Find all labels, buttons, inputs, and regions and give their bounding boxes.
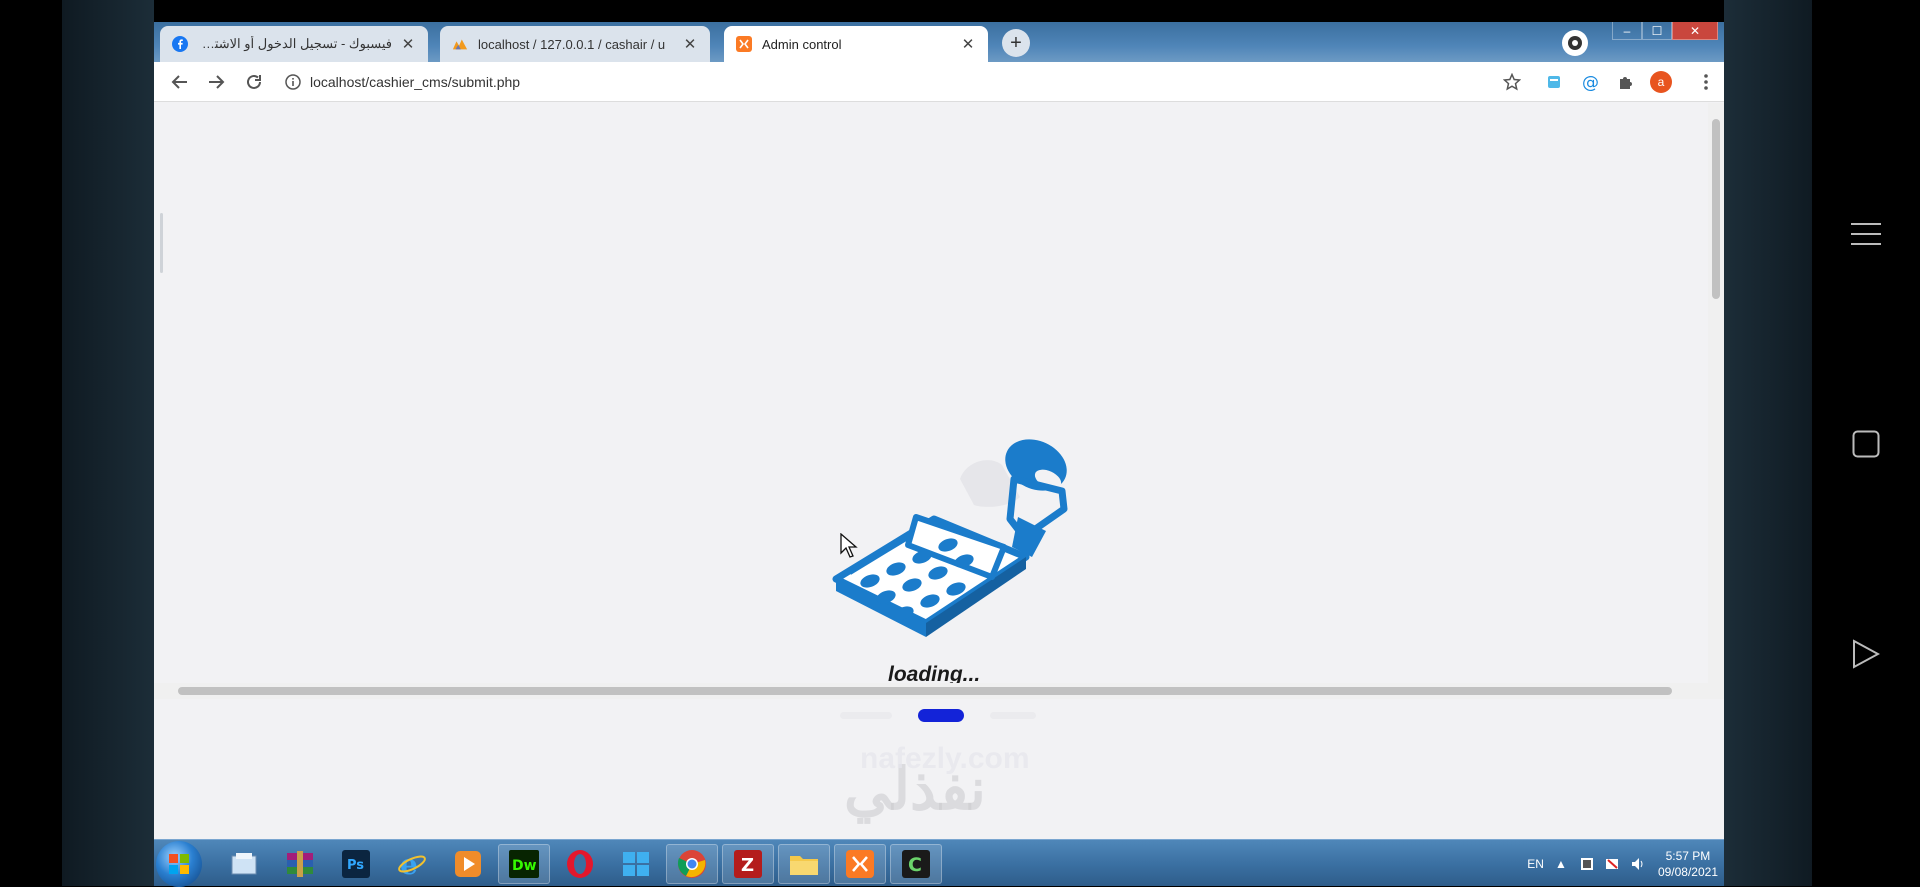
close-icon[interactable]: ✕ [960,36,976,53]
avatar[interactable]: a [1650,71,1672,93]
volume-icon[interactable] [1630,855,1648,873]
home-square-icon[interactable] [1846,424,1886,464]
start-orb-icon[interactable] [156,841,202,887]
reload-icon[interactable] [242,70,266,94]
loading-track-left [840,712,892,719]
winrar-icon[interactable] [274,844,326,884]
extension-cup-icon[interactable] [1542,70,1566,94]
incognito-icon[interactable] [1562,30,1588,56]
windows-taskbar: Ps e Dw Z C EN ▲ 5:57 PM 09/08/2021 [154,839,1724,887]
camtasia-icon[interactable]: C [890,844,942,884]
window-controls: – ☐ ✕ [1612,22,1718,42]
loading-track-right [990,712,1036,719]
opera-icon[interactable] [554,844,606,884]
show-hidden-icons-icon[interactable]: ▲ [1552,855,1570,873]
url-text: localhost/cashier_cms/submit.php [310,74,521,90]
scroll-thumb[interactable] [178,687,1672,695]
minimize-button[interactable]: – [1612,22,1642,40]
tab-phpmyadmin[interactable]: localhost / 127.0.0.1 / cashair / u ✕ [440,26,710,62]
system-tray: EN ▲ 5:57 PM 09/08/2021 [1527,840,1718,887]
maximize-button[interactable]: ☐ [1642,22,1672,40]
star-bookmark-icon[interactable] [1500,70,1524,94]
media-player-icon[interactable] [442,844,494,884]
close-icon[interactable]: ✕ [400,36,416,53]
xampp-icon [736,36,752,52]
photoshop-icon[interactable]: Ps [330,844,382,884]
vertical-scrollbar[interactable] [1708,103,1724,683]
file-explorer-icon[interactable] [218,844,270,884]
facebook-icon [172,36,188,52]
back-triangle-icon[interactable] [1846,634,1886,674]
tab-title: localhost / 127.0.0.1 / cashair / u [478,36,666,52]
mouse-cursor-icon [840,533,858,558]
close-icon[interactable]: ✕ [682,36,698,53]
clock-date: 09/08/2021 [1657,864,1718,879]
internet-explorer-icon[interactable]: e [386,844,438,884]
desktop-right-edge [1724,0,1814,886]
close-window-button[interactable]: ✕ [1672,22,1718,40]
forward-arrow-icon[interactable] [204,70,228,94]
filezilla-icon[interactable]: Z [722,844,774,884]
address-bar[interactable]: localhost/cashier_cms/submit.php [284,68,1654,96]
dreamweaver-icon[interactable]: Dw [498,844,550,884]
tab-admin-control[interactable]: Admin control ✕ [724,26,988,62]
email-extension-icon[interactable]: @ [1578,70,1602,94]
phpmyadmin-icon [452,36,468,52]
horizontal-scrollbar[interactable] [154,683,1724,699]
clock[interactable]: 5:57 PM 09/08/2021 [1658,848,1718,880]
puzzle-extensions-icon[interactable] [1614,70,1638,94]
left-edge-marker [160,213,163,273]
tab-title: فيسبوك - تسجيل الدخول أو الاشتراك [198,36,392,51]
new-tab-button[interactable]: + [1002,29,1030,57]
folder-icon[interactable] [778,844,830,884]
tab-facebook[interactable]: فيسبوك - تسجيل الدخول أو الاشتراك ✕ [160,26,428,62]
svg-text:@: @ [1582,73,1599,91]
browser-toolbar: localhost/cashier_cms/submit.php @ a [154,62,1724,102]
tab-strip: فيسبوك - تسجيل الدخول أو الاشتراك ✕ loca… [154,22,1724,62]
phone-screen: فيسبوك - تسجيل الدخول أو الاشتراك ✕ loca… [0,0,1920,887]
clock-time: 5:57 PM [1665,848,1711,863]
menu-icon[interactable] [1846,214,1886,254]
page-content: loading... نفذلي [154,103,1708,822]
svg-text:Ps: Ps [347,858,364,873]
windows-store-icon[interactable] [610,844,662,884]
info-icon[interactable] [284,73,302,91]
svg-text:Dw: Dw [512,858,537,874]
language-indicator[interactable]: EN [1527,857,1544,871]
xampp-taskbar-icon[interactable] [834,844,886,884]
network-icon[interactable] [1604,855,1622,873]
chrome-icon[interactable] [666,844,718,884]
svg-text:Z: Z [741,855,754,876]
desktop-left-edge [62,0,154,886]
calculator-loading-illustration [832,439,1068,637]
kebab-menu-icon[interactable] [1694,70,1718,94]
scroll-thumb[interactable] [1712,119,1720,299]
tray-app-icon[interactable] [1578,855,1596,873]
loading-progress-bar [918,709,964,722]
phone-navigation-bar [1812,0,1920,886]
watermark-latin: nafezly.com [860,742,1030,775]
left-bezel [0,0,62,886]
browser-window: فيسبوك - تسجيل الدخول أو الاشتراك ✕ loca… [154,22,1724,887]
tab-title: Admin control [762,36,842,52]
back-arrow-icon[interactable] [168,70,192,94]
svg-text:C: C [908,854,922,876]
